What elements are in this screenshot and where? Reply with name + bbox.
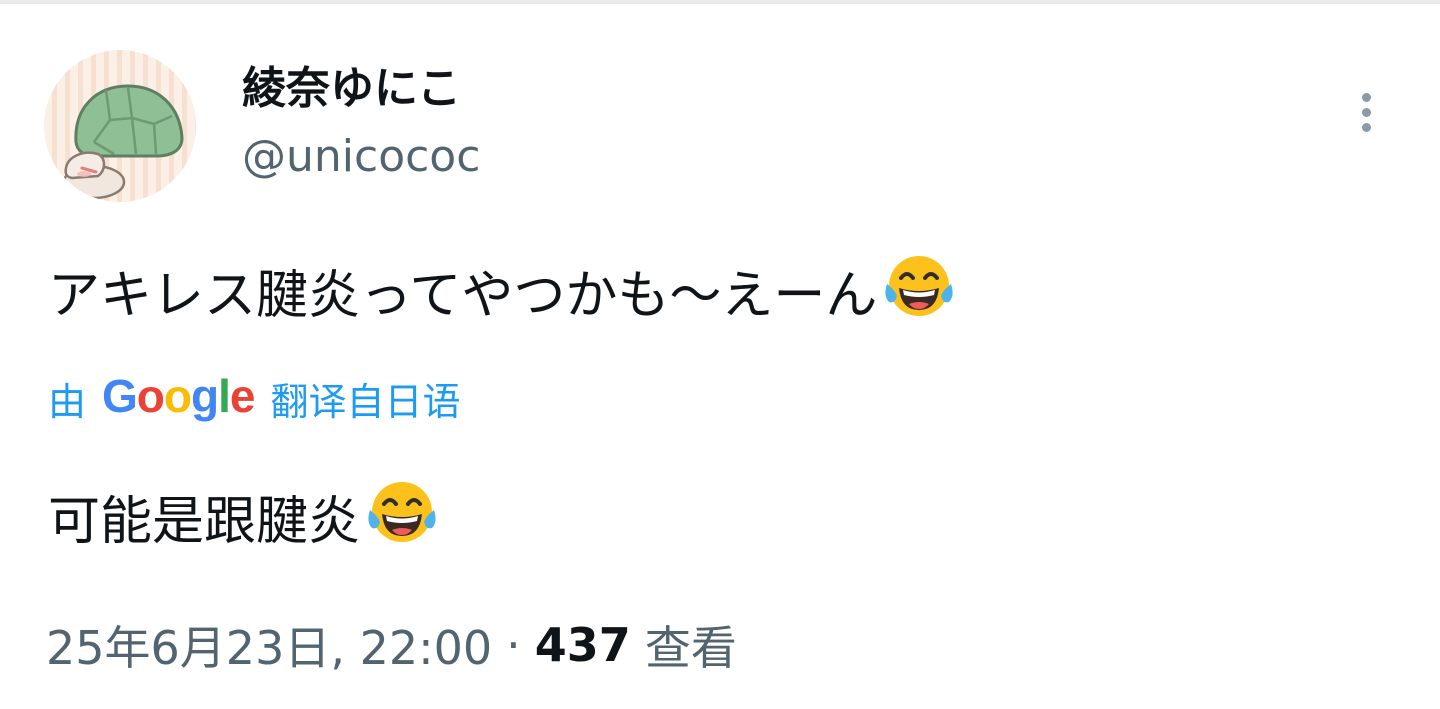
google-logo-letter: o (163, 370, 192, 422)
google-logo-letter: o (136, 370, 165, 422)
tweet-meta: 25年6月23日, 22:00 · 437 查看 (46, 612, 737, 678)
translate-suffix: 翻译自日语 (270, 379, 461, 424)
google-logo-letter: g (191, 370, 219, 422)
more-options-button[interactable] (1346, 84, 1386, 140)
avatar[interactable] (44, 50, 196, 202)
view-count[interactable]: 437 (535, 618, 631, 672)
tweet-text-content: アキレス腱炎ってやつかも〜えーん (48, 265, 878, 326)
translate-prefix: 由 (48, 379, 87, 424)
google-logo-letter: e (229, 370, 256, 422)
timestamp[interactable]: 25年6月23日, 22:00 (46, 612, 492, 678)
face-with-tears-of-joy-icon (364, 474, 440, 569)
more-vertical-icon (1361, 92, 1371, 102)
google-logo-letter: G (102, 370, 138, 422)
more-vertical-icon-dot (1361, 107, 1371, 117)
translated-text-content: 可能是跟腱炎 (48, 491, 361, 552)
tweet-detail: 綾奈ゆにこ @unicococ アキレス腱炎ってやつかも〜えーん 由 Googl… (0, 0, 1440, 709)
display-name[interactable]: 綾奈ゆにこ (242, 60, 461, 118)
user-handle[interactable]: @unicococ (242, 128, 480, 186)
google-logo: Google (102, 369, 256, 423)
top-divider (0, 0, 1440, 4)
translated-text: 可能是跟腱炎 (48, 474, 440, 569)
views-label[interactable]: 查看 (645, 612, 737, 678)
meta-separator: · (506, 618, 521, 672)
face-with-tears-of-joy-icon (881, 248, 957, 343)
tweet-text: アキレス腱炎ってやつかも〜えーん (48, 248, 957, 343)
google-logo-letter: l (218, 370, 231, 422)
more-vertical-icon-dot (1361, 122, 1371, 132)
translated-by-google-link[interactable]: 由 Google 翻译自日语 (48, 370, 461, 426)
turtle-avatar-icon (62, 84, 184, 200)
